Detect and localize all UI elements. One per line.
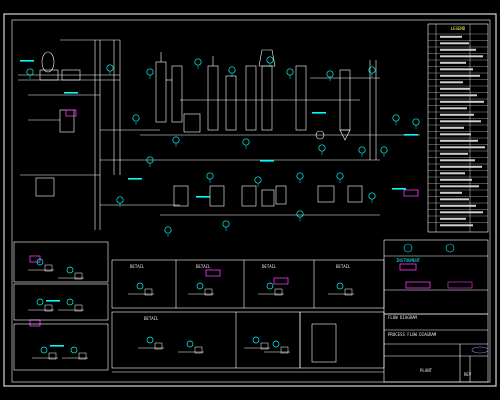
instrument-tag-mark xyxy=(404,134,418,136)
list-row-text-mark xyxy=(440,211,483,214)
instrument-bubble-icon xyxy=(286,68,294,76)
project-text: PLANT xyxy=(420,368,433,373)
detail-title: DETAIL xyxy=(262,264,277,269)
instrument-bubble-icon xyxy=(318,144,326,152)
instrument-bubble-icon xyxy=(326,70,334,78)
list-row-text-mark xyxy=(440,120,481,123)
list-row-text-mark xyxy=(440,100,484,103)
list-row-text-mark xyxy=(440,165,482,168)
list-row-text-mark xyxy=(440,133,471,136)
instrument-bubble-icon xyxy=(242,138,250,146)
instrument-tag-mark xyxy=(196,196,210,198)
instrument-bubble-icon xyxy=(164,226,172,234)
process-flow-area xyxy=(18,39,420,230)
revision-box: REV xyxy=(464,372,472,377)
list-row-text-mark xyxy=(440,74,480,77)
list-row-text-mark xyxy=(440,94,477,97)
schematic-drawing: LEGEND DETAIL DETAIL DETAIL DETAIL DETAI… xyxy=(3,13,497,387)
instrument-tag-mark xyxy=(64,92,78,94)
detail-instrument-icon xyxy=(196,282,204,290)
list-row-text-mark xyxy=(440,48,476,51)
instrument-bubble-icon xyxy=(412,118,420,126)
instrument-bubble-icon xyxy=(296,210,304,218)
instrument-tag-mark xyxy=(50,345,64,347)
list-row-text-mark xyxy=(440,159,475,162)
detail-instrument-icon xyxy=(70,346,78,354)
instrument-bubble-icon xyxy=(368,192,376,200)
instrument-bubble-icon xyxy=(358,146,366,154)
legend-header: LEGEND xyxy=(451,26,466,31)
drawing-border xyxy=(11,19,491,383)
detail-instrument-icon xyxy=(272,340,280,348)
detail-instrument-icon xyxy=(186,340,194,348)
list-row-text-mark xyxy=(440,126,464,129)
list-row-text-mark xyxy=(440,191,462,194)
list-row-text-mark xyxy=(440,146,485,149)
detail-instrument-icon xyxy=(136,282,144,290)
instrument-bubble-icon xyxy=(106,64,114,72)
instrument-tag-mark xyxy=(46,300,60,302)
instrument-bubble-icon xyxy=(222,220,230,228)
title-block-sub: PROCESS FLOW DIAGRAM xyxy=(388,332,437,337)
instrument-bubble-icon xyxy=(206,172,214,180)
detail-title: DETAIL xyxy=(130,264,145,269)
instrument-bubble-icon xyxy=(296,172,304,180)
detail-instrument-icon xyxy=(40,346,48,354)
list-row-text-mark xyxy=(440,152,468,155)
list-row-text-mark xyxy=(440,107,467,110)
title-block xyxy=(383,313,489,383)
list-row-text-mark xyxy=(440,204,476,207)
instrument-tag-mark xyxy=(392,188,406,190)
list-row-text-mark xyxy=(440,87,470,90)
instrument-tag-mark xyxy=(20,60,34,62)
detail-instrument-icon xyxy=(66,298,74,306)
list-row-text-mark xyxy=(440,113,474,116)
detail-title: DETAIL xyxy=(196,264,211,269)
list-row-text-mark xyxy=(440,185,479,188)
instrument-tag-mark xyxy=(260,160,274,162)
list-row-text-mark xyxy=(440,81,463,84)
instrument-bubble-icon xyxy=(392,114,400,122)
detail-boxes xyxy=(13,241,385,371)
instrument-bubble-icon xyxy=(266,56,274,64)
list-row-text-mark xyxy=(440,198,469,201)
detail-title: DETAIL xyxy=(336,264,351,269)
list-row-text-mark xyxy=(440,35,462,38)
instrument-bubble-icon xyxy=(26,68,34,76)
instrument-bubble-icon xyxy=(336,172,344,180)
list-row-text-mark xyxy=(440,55,483,58)
list-row-text-mark xyxy=(440,217,466,220)
list-row-text-mark xyxy=(440,61,466,64)
list-row-text-mark xyxy=(440,172,465,175)
instrument-tag-mark xyxy=(128,178,142,180)
instrument-bubble-icon xyxy=(194,58,202,66)
detail-instrument-icon xyxy=(146,336,154,344)
cad-drawing-canvas[interactable]: LEGEND DETAIL DETAIL DETAIL DETAIL DETAI… xyxy=(0,0,500,400)
line-list-table xyxy=(427,23,489,233)
detail-instrument-icon xyxy=(336,282,344,290)
list-row-text-mark xyxy=(440,224,473,227)
instrument-bubble-icon xyxy=(228,66,236,74)
instrument-bubble-icon xyxy=(146,68,154,76)
detail-symbols xyxy=(28,258,354,360)
detail-instrument-icon xyxy=(66,266,74,274)
detail-instrument-icon xyxy=(252,336,260,344)
instrument-bubble-icon xyxy=(116,196,124,204)
detail-instrument-icon xyxy=(266,282,274,290)
detail-title: DETAIL xyxy=(144,316,159,321)
instrument-bubble-icon xyxy=(172,136,180,144)
list-row-text-mark xyxy=(440,42,469,45)
instrument-tag-mark xyxy=(312,112,326,114)
legend-box-label: INSTRUMENT xyxy=(396,258,421,263)
list-row-text-mark xyxy=(440,139,478,142)
instrument-bubble-icon xyxy=(132,114,140,122)
legend-box xyxy=(383,239,489,315)
instrument-bubble-icon xyxy=(254,176,262,184)
detail-instrument-icon xyxy=(36,298,44,306)
list-row-text-mark xyxy=(440,68,473,71)
title-block-main: FLOW DIAGRAM xyxy=(388,315,417,320)
list-row-text-mark xyxy=(440,178,472,181)
instrument-bubble-icon xyxy=(380,146,388,154)
